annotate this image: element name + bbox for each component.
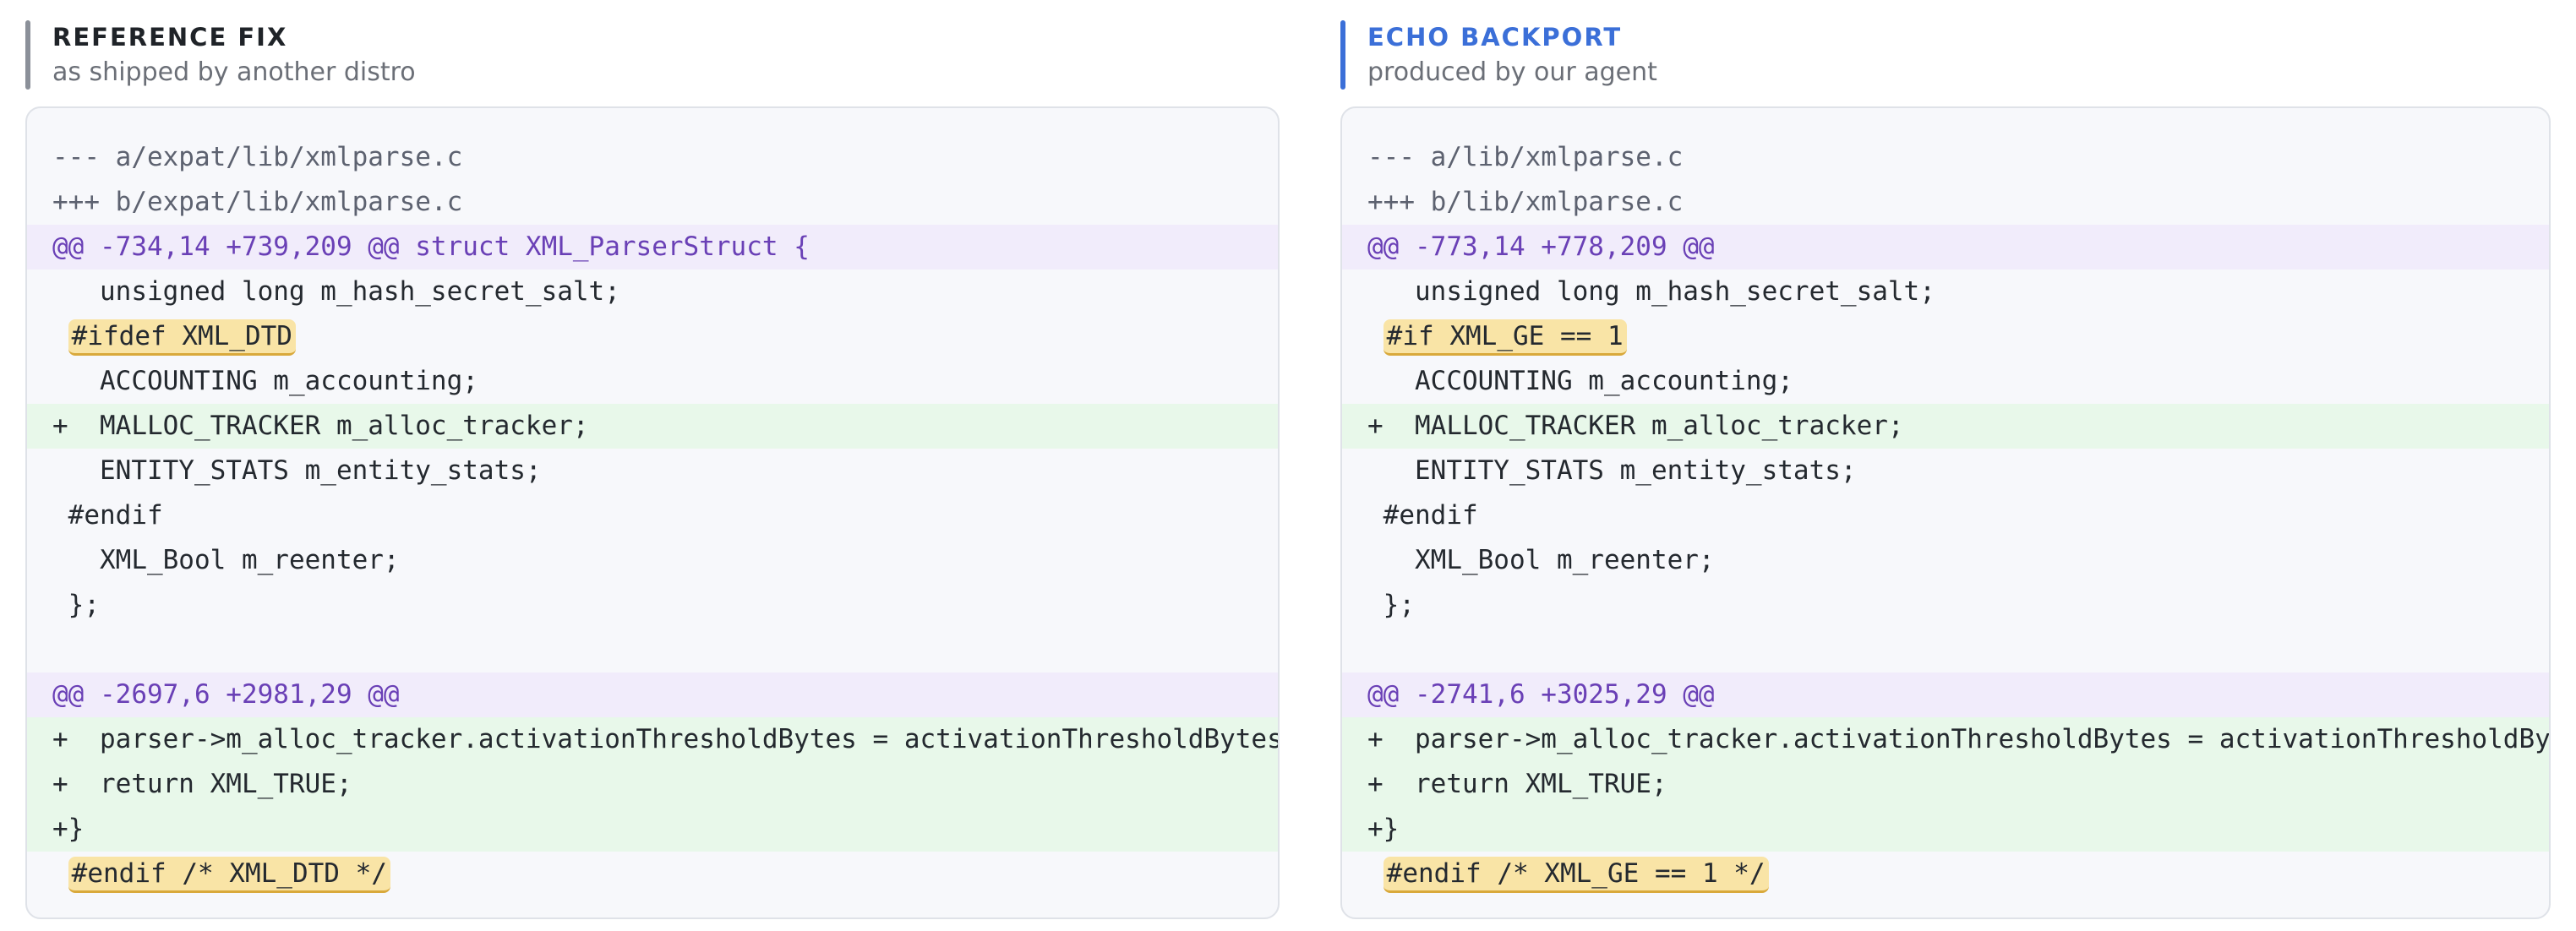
diff-file-header-line: --- a/lib/xmlparse.c	[1367, 142, 1684, 172]
diff-added-line: + parser->m_alloc_tracker.activationThre…	[1342, 717, 2549, 762]
panel-subtitle: produced by our agent	[1367, 57, 1657, 87]
diff-hunk-header-line: @@ -2741,6 +3025,29 @@	[1342, 672, 2549, 717]
diff-hunk-header-line: @@ -773,14 +778,209 @@	[1342, 225, 2549, 270]
diff-context-line: XML_Bool m_reenter;	[52, 545, 400, 575]
diff-file-header-line: +++ b/expat/lib/xmlparse.c	[52, 187, 463, 217]
diff-added-line: + return XML_TRUE;	[27, 762, 1278, 807]
diff-file-header-line: --- a/expat/lib/xmlparse.c	[52, 142, 463, 172]
panel-title: ECHO BACKPORT	[1367, 23, 1623, 52]
diff-line-prefix	[52, 858, 68, 889]
diff-line-prefix	[52, 321, 68, 351]
highlighted-preprocessor-directive: #endif /* XML_DTD */	[68, 857, 390, 893]
diff-blank-line	[27, 628, 1278, 672]
panel-accent-bar	[1340, 20, 1345, 90]
diff-context-line: ENTITY_STATS m_entity_stats;	[52, 455, 542, 486]
diff-context-line: unsigned long m_hash_secret_salt;	[52, 276, 620, 307]
panel-title: REFERENCE FIX	[52, 23, 288, 52]
diff-added-line: +}	[1342, 807, 2549, 852]
diff-context-line: #endif /* XML_DTD */	[27, 852, 1278, 896]
panel-header: REFERENCE FIX as shipped by another dist…	[25, 0, 1280, 90]
diff-context-line: #if XML_GE == 1	[1342, 314, 2549, 359]
diff-code-view: --- a/lib/xmlparse.c +++ b/lib/xmlparse.c…	[1340, 106, 2551, 919]
reference-fix-panel: REFERENCE FIX as shipped by another dist…	[25, 0, 1280, 919]
diff-added-line: +}	[27, 807, 1278, 852]
diff-context-line: #endif /* XML_GE == 1 */	[1342, 852, 2549, 896]
highlighted-preprocessor-directive: #ifdef XML_DTD	[68, 319, 296, 356]
diff-code-view: --- a/expat/lib/xmlparse.c +++ b/expat/li…	[25, 106, 1280, 919]
diff-context-line: ACCOUNTING m_accounting;	[52, 366, 478, 396]
diff-blank-line	[1342, 628, 2549, 672]
diff-hunk-header-line: @@ -2697,6 +2981,29 @@	[27, 672, 1278, 717]
diff-context-line: #endif	[1367, 500, 1478, 531]
diff-context-line: #endif	[52, 500, 163, 531]
diff-added-line: + MALLOC_TRACKER m_alloc_tracker;	[1342, 404, 2549, 449]
panel-header: ECHO BACKPORT produced by our agent	[1340, 0, 2551, 90]
diff-context-line: unsigned long m_hash_secret_salt;	[1367, 276, 1935, 307]
diff-hunk-header-line: @@ -734,14 +739,209 @@ struct XML_Parser…	[27, 225, 1278, 270]
highlighted-preprocessor-directive: #endif /* XML_GE == 1 */	[1383, 857, 1769, 893]
panel-accent-bar	[25, 20, 30, 90]
diff-context-line: ACCOUNTING m_accounting;	[1367, 366, 1793, 396]
diff-context-line: };	[52, 590, 100, 620]
diff-added-line: + MALLOC_TRACKER m_alloc_tracker;	[27, 404, 1278, 449]
diff-line-prefix	[1367, 321, 1384, 351]
diff-context-line: #ifdef XML_DTD	[27, 314, 1278, 359]
panel-subtitle: as shipped by another distro	[52, 57, 416, 87]
diff-added-line: + parser->m_alloc_tracker.activationThre…	[27, 717, 1278, 762]
highlighted-preprocessor-directive: #if XML_GE == 1	[1383, 319, 1627, 356]
diff-added-line: + return XML_TRUE;	[1342, 762, 2549, 807]
diff-context-line: ENTITY_STATS m_entity_stats;	[1367, 455, 1857, 486]
echo-backport-panel: ECHO BACKPORT produced by our agent --- …	[1340, 0, 2551, 919]
diff-context-line: };	[1367, 590, 1415, 620]
diff-file-header-line: +++ b/lib/xmlparse.c	[1367, 187, 1684, 217]
diff-line-prefix	[1367, 858, 1384, 889]
diff-context-line: XML_Bool m_reenter;	[1367, 545, 1715, 575]
